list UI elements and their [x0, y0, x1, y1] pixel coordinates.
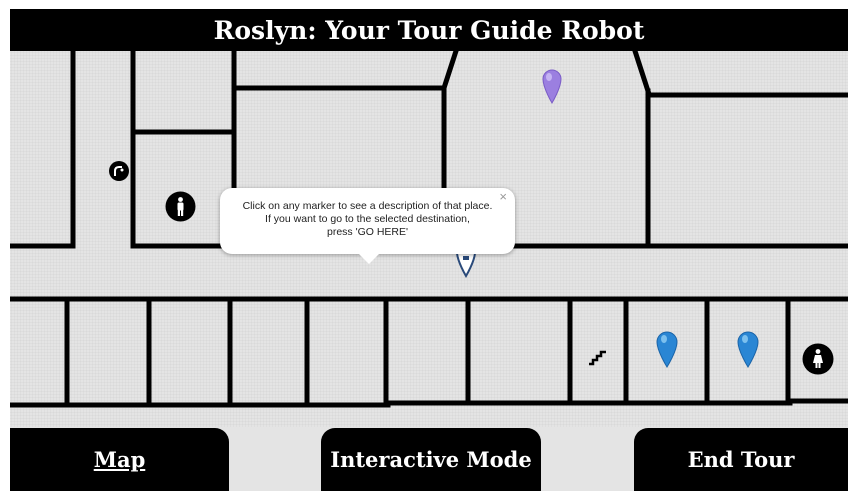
mens-restroom-icon[interactable]	[165, 191, 196, 222]
popup-message: Click on any marker to see a description…	[220, 200, 515, 239]
info-popup: × Click on any marker to see a descripti…	[220, 188, 515, 264]
blue-map-pin-icon[interactable]	[655, 330, 679, 368]
blue-map-pin-icon[interactable]	[736, 330, 760, 368]
map-button[interactable]: Map	[10, 428, 229, 491]
popup-line: If you want to go to the selected destin…	[265, 213, 470, 225]
page-title: Roslyn: Your Tour Guide Robot	[10, 9, 848, 51]
interactive-mode-button[interactable]: Interactive Mode	[321, 428, 541, 491]
womens-restroom-icon[interactable]	[802, 343, 834, 375]
end-tour-button[interactable]: End Tour	[634, 428, 848, 491]
popup-tail	[359, 254, 379, 264]
popup-line: Click on any marker to see a description…	[242, 200, 493, 212]
purple-map-pin-icon[interactable]	[541, 68, 563, 104]
popup-line: press 'GO HERE'	[326, 226, 409, 238]
drinking-fountain-icon[interactable]	[108, 160, 130, 182]
app-frame: Roslyn: Your Tour Guide Robot × Click on…	[0, 0, 848, 491]
partial-pin-icon[interactable]	[455, 252, 477, 278]
stairs-icon[interactable]	[588, 348, 608, 366]
